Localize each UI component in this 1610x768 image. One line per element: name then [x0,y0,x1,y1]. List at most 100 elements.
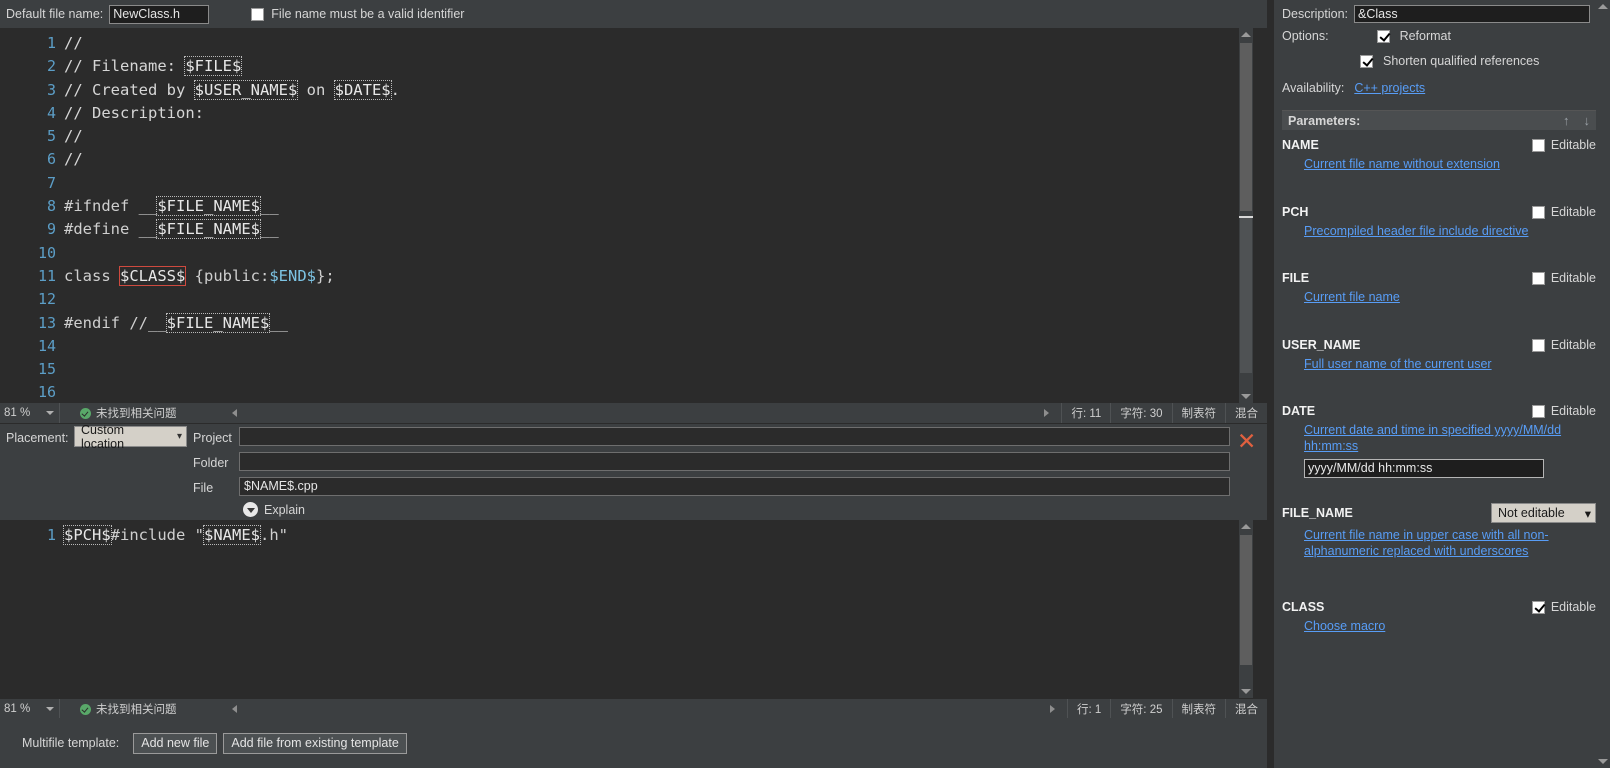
chevron-down-icon[interactable] [46,707,54,711]
scroll-down-arrow-icon[interactable] [1239,685,1253,698]
default-file-name-input[interactable]: NewClass.h [109,4,210,24]
code-line[interactable]: 12 [0,288,1235,311]
code-line[interactable]: 7 [0,172,1235,195]
editor1-scroll-track-lower[interactable] [1240,218,1252,373]
folder-input[interactable] [239,452,1230,471]
parameter-editable-checkbox[interactable] [1531,138,1545,152]
parameter-description-link[interactable]: Current file name without extension [1282,156,1596,172]
add-file-from-existing-template-button[interactable]: Add file from existing template [223,732,407,754]
code-line[interactable]: 6 // [0,148,1235,171]
file-input[interactable]: $NAME$.cpp [239,477,1230,496]
reformat-checkbox[interactable] [1376,29,1390,43]
editor2-scroll-thumb[interactable] [1240,535,1252,665]
editor1-scroll-thumb[interactable] [1240,43,1252,211]
editor1-tab-indicator[interactable]: 制表符 [1171,403,1226,423]
editor1-hscroll-left-arrow-icon[interactable] [231,409,237,417]
editor1-vertical-scrollbar[interactable] [1239,28,1253,403]
editor2-tab-indicator[interactable]: 制表符 [1171,699,1226,719]
editor1-line-indicator[interactable]: 行: 11 [1061,403,1110,423]
code-line[interactable]: 3 // Created by $USER_NAME$ on $DATE$. [0,79,1235,102]
parameter-editable-checkbox[interactable] [1531,600,1545,614]
scroll-down-arrow-icon[interactable] [1239,390,1253,403]
parameter-description-text[interactable]: Current date and time in specified yyyy/… [1304,423,1561,453]
parameter-description-link[interactable]: Current date and time in specified yyyy/… [1282,422,1596,454]
placement-location-select[interactable]: Custom location ▾ [74,423,187,451]
description-row: Description: &Class [1282,5,1590,23]
arrow-up-icon[interactable]: ↑ [1563,113,1570,128]
code-line[interactable]: 10 [0,242,1235,265]
code-line[interactable]: 13 #endif //__$FILE_NAME$__ [0,312,1235,335]
editor2-vertical-scrollbar[interactable] [1239,520,1253,698]
parameter-editable-control[interactable]: Editable [1531,404,1596,418]
parameter-description-link[interactable]: Precompiled header file include directiv… [1282,223,1596,239]
parameter-description-text[interactable]: Precompiled header file include directiv… [1304,224,1528,238]
editor1-char-indicator[interactable]: 字符: 30 [1110,403,1171,423]
parameter-editable-checkbox[interactable] [1531,271,1545,285]
code-line[interactable]: 1 // [0,32,1235,55]
code-line[interactable]: 2 // Filename: $FILE$ [0,55,1235,78]
properties-panel-scrollbar[interactable] [1596,0,1610,768]
editor2-hscroll-left-arrow-icon[interactable] [231,705,237,713]
code-line[interactable]: 4 // Description: [0,102,1235,125]
parameter-description-text[interactable]: Choose macro [1304,619,1385,633]
availability-link[interactable]: C++ projects [1354,81,1425,95]
code-line[interactable]: 5 // [0,125,1235,148]
scroll-down-arrow-icon[interactable] [1596,755,1610,768]
shorten-references-checkbox[interactable] [1360,54,1373,68]
parameter-editability-select[interactable]: Not editable ▾ [1491,503,1596,523]
scroll-up-arrow-icon[interactable] [1239,520,1253,533]
parameter-format-input[interactable]: yyyy/MM/dd hh:mm:ss [1304,459,1544,478]
code-line[interactable]: 16 [0,381,1235,403]
editor2-zoom-control[interactable]: 81 % [0,699,60,719]
source-template-code[interactable]: 1 $PCH$#include "$NAME$.h" [0,524,1235,547]
parameter-editable-checkbox[interactable] [1531,338,1545,352]
parameter-description-text[interactable]: Full user name of the current user [1304,357,1492,371]
parameter-editable-control[interactable]: Editable [1531,271,1596,285]
project-input[interactable] [239,427,1230,446]
chevron-down-icon[interactable] [46,411,54,415]
code-line[interactable]: 9 #define __$FILE_NAME$__ [0,218,1235,241]
code-line[interactable]: 8 #ifndef __$FILE_NAME$__ [0,195,1235,218]
parameter-editable-control[interactable]: Editable [1531,600,1596,614]
editor2-problems-status[interactable]: 未找到相关问题 [60,701,177,717]
description-input[interactable]: &Class [1354,5,1590,23]
parameter-description-link[interactable]: Full user name of the current user [1282,356,1596,372]
source-template-editor[interactable]: 1 $PCH$#include "$NAME$.h" [0,520,1235,698]
parameter-description-link[interactable]: Current file name in upper case with all… [1282,527,1596,559]
editor2-line-indicator[interactable]: 行: 1 [1067,699,1110,719]
header-template-code[interactable]: 1 // 2 // Filename: $FILE$ 3 // Created by $U… [0,32,1235,403]
delete-file-icon[interactable]: ✕ [1237,431,1256,454]
valid-identifier-checkbox-row[interactable]: File name must be a valid identifier [251,7,464,21]
parameter-name: PCH [1282,205,1309,219]
parameter-description-link[interactable]: Choose macro [1282,618,1596,634]
editor1-problems-status[interactable]: 未找到相关问题 [60,405,177,421]
editor2-encoding-indicator[interactable]: 混合 [1225,699,1267,719]
editor1-hscroll-right-arrow-icon[interactable] [1044,409,1050,417]
parameter-editable-control[interactable]: Editable [1531,205,1596,219]
editor1-zoom-control[interactable]: 81 % [0,403,60,423]
header-template-editor[interactable]: 1 // 2 // Filename: $FILE$ 3 // Created by $U… [0,28,1235,403]
parameter-editable-checkbox[interactable] [1531,404,1545,418]
code-text: {public: [185,266,270,285]
parameter-editable-checkbox[interactable] [1531,205,1545,219]
parameter-description-text[interactable]: Current file name in upper case with all… [1304,528,1549,558]
scroll-up-arrow-icon[interactable] [1596,0,1610,13]
parameter-description-link[interactable]: Current file name [1282,289,1596,305]
code-line[interactable]: 15 [0,358,1235,381]
editor2-hscroll-right-arrow-icon[interactable] [1050,705,1056,713]
panel-splitter[interactable] [1267,0,1274,768]
scroll-up-arrow-icon[interactable] [1239,28,1253,41]
explain-toggle[interactable]: Explain [243,502,305,517]
code-line[interactable]: 11 class $CLASS$ {public:$END$}; [0,265,1235,288]
code-line[interactable]: 1 $PCH$#include "$NAME$.h" [0,524,1235,547]
code-line[interactable]: 14 [0,335,1235,358]
editor1-encoding-indicator[interactable]: 混合 [1225,403,1267,423]
parameter-editable-control[interactable]: Editable [1531,138,1596,152]
arrow-down-icon[interactable]: ↓ [1584,113,1591,128]
add-new-file-button[interactable]: Add new file [133,732,218,754]
parameter-editable-control[interactable]: Editable [1531,338,1596,352]
parameter-description-text[interactable]: Current file name without extension [1304,157,1500,171]
valid-identifier-checkbox[interactable] [251,7,265,21]
parameter-description-text[interactable]: Current file name [1304,290,1400,304]
editor2-char-indicator[interactable]: 字符: 25 [1110,699,1171,719]
